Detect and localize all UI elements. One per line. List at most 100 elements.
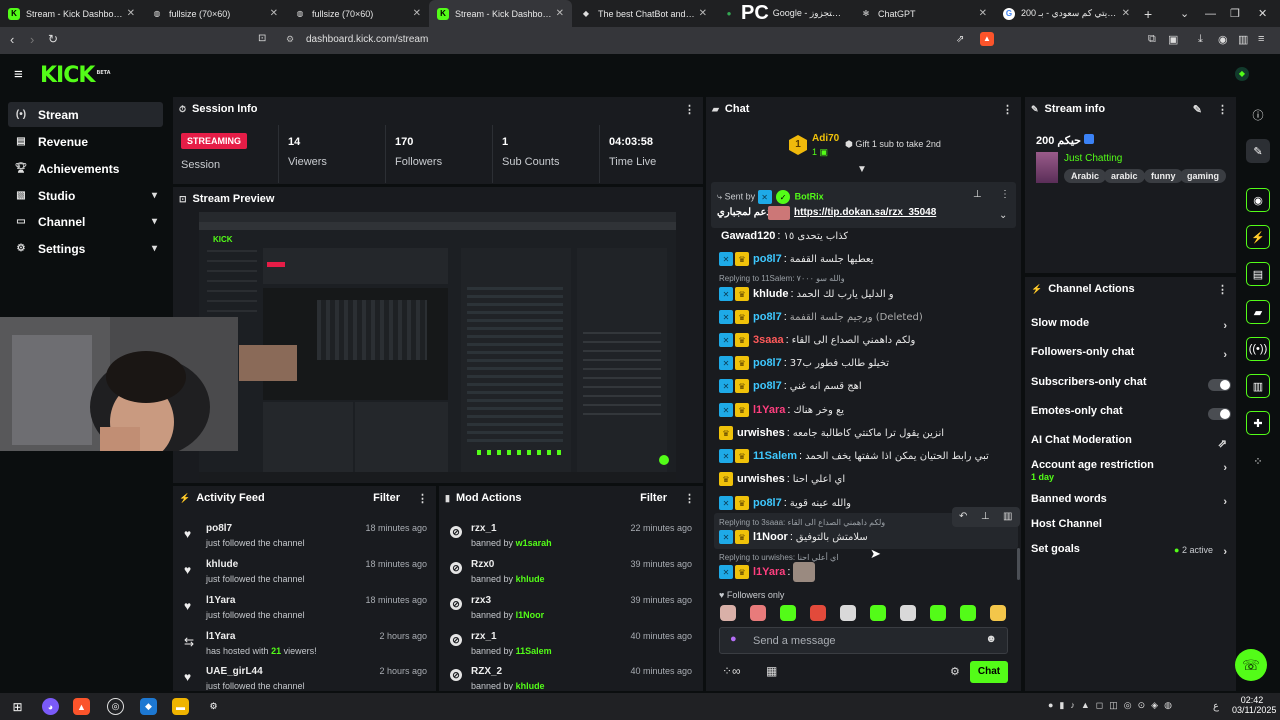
toggle-switch[interactable] <box>1208 379 1231 391</box>
browser-tab-active[interactable]: K Stream - Kick Dashboard ✕ <box>429 0 572 27</box>
action-emotes-only[interactable]: Emotes-only chat <box>1031 405 1231 427</box>
banned-user[interactable]: rzx3 <box>471 595 491 606</box>
close-icon[interactable]: ✕ <box>556 8 564 19</box>
banned-user[interactable]: RZX_2 <box>471 666 502 677</box>
obs-icon[interactable]: ◎ <box>107 698 124 715</box>
filter-button[interactable]: Filter <box>373 492 400 504</box>
close-icon[interactable]: ✕ <box>979 8 987 19</box>
browser-tab[interactable]: ✻ ChatGPT ✕ <box>852 0 995 27</box>
category-link[interactable]: Just Chatting <box>1064 153 1122 164</box>
chat-username[interactable]: po8l7 <box>753 253 782 265</box>
banned-user[interactable]: rzx_1 <box>471 523 497 534</box>
pencil-icon[interactable]: ✎ <box>1193 103 1202 116</box>
action-ai-moderation[interactable]: AI Chat Moderation ⇗ <box>1031 434 1231 456</box>
lightning-icon[interactable]: ⚡ <box>1246 225 1270 249</box>
browser-tab[interactable]: ● PC Google - خرائط احتجزوز <box>715 0 852 27</box>
kick-logo[interactable]: KICK BETA <box>40 63 111 88</box>
chat-message[interactable]: ✕ ♛ khlude: و الدليل يارب لك الحمد <box>719 284 1014 304</box>
more-icon[interactable]: ⋮ <box>684 492 695 505</box>
menu-icon[interactable]: ≡ <box>1258 33 1264 45</box>
toggle-switch[interactable] <box>1208 408 1231 420</box>
close-icon[interactable]: ✕ <box>270 8 278 19</box>
chat-username[interactable]: po8l7 <box>753 380 782 392</box>
browser-tab[interactable]: ◍ fullsize (70×60) ✕ <box>286 0 429 27</box>
nav-item-studio[interactable]: ▧ Studio ▾ <box>8 183 163 208</box>
emote-icon[interactable] <box>990 605 1006 621</box>
extensions-icon[interactable]: ⧉ <box>1148 33 1156 46</box>
activity-user[interactable]: l1Yara <box>206 595 235 606</box>
edit-stream-icon[interactable]: ✎ <box>1246 139 1270 163</box>
moderator[interactable]: khlude <box>516 574 545 584</box>
moderator[interactable]: khlude <box>516 681 545 690</box>
reply-context[interactable]: Replying to 3saaa: ولكم داهمني الصداع ال… <box>719 518 885 527</box>
bot-name[interactable]: BotRix <box>795 192 824 202</box>
moderator[interactable]: l1Noor <box>516 610 545 620</box>
browser-tab[interactable]: ◍ fullsize (70×60) ✕ <box>143 0 286 27</box>
chat-message[interactable]: ✕ ♛ l1Yara: <box>719 562 1014 582</box>
delete-icon[interactable]: ▥ <box>1003 511 1012 522</box>
action-followers-only[interactable]: Followers-only chat › <box>1031 346 1231 368</box>
chat-username[interactable]: l1Yara <box>753 566 785 578</box>
chat-username[interactable]: l1Yara <box>753 404 785 416</box>
chat-message[interactable]: ✕ ♛ po8l7: يعطيها جلسة القفمة <box>719 249 1014 269</box>
chat-scrollbar[interactable] <box>1017 548 1020 580</box>
profile-icon[interactable]: ◉ <box>1218 33 1228 46</box>
reply-context[interactable]: Replying to 11Salem: والله سو ٧٠٠٠ <box>719 274 845 283</box>
chat-username[interactable]: 11Salem <box>753 450 797 462</box>
reply-icon[interactable]: ↶ <box>959 511 967 522</box>
camera-icon[interactable]: ◉ <box>1246 188 1270 212</box>
language-indicator[interactable]: ع <box>1213 701 1219 712</box>
chat-message[interactable]: ✕ ♛ l1Yara: يع وخر هناك <box>719 400 1014 420</box>
brave-icon[interactable]: ▲ <box>73 698 90 715</box>
chat-username[interactable]: urwishes <box>737 427 785 439</box>
close-icon[interactable]: ✕ <box>413 8 421 19</box>
emote-icon[interactable] <box>870 605 886 621</box>
chat-bubble-icon[interactable]: ▰ <box>1246 300 1270 324</box>
points-icon[interactable]: ⁘∞ <box>722 664 741 678</box>
discord-icon[interactable]: ◕ <box>42 698 59 715</box>
stream-tag[interactable]: arabic <box>1104 169 1145 183</box>
settings-icon[interactable]: ⚙ <box>950 665 960 678</box>
tab-search-icon[interactable]: ⌄ <box>1180 0 1189 27</box>
info-icon[interactable]: ⓘ <box>1246 103 1270 127</box>
chat-username[interactable]: urwishes <box>737 473 785 485</box>
activity-user[interactable]: po8l7 <box>206 523 232 534</box>
chat-username[interactable]: 3saaa <box>753 334 784 346</box>
activity-user[interactable]: UAE_girL44 <box>206 666 263 677</box>
pin-icon[interactable]: ⊥ <box>981 511 990 522</box>
unpin-icon[interactable]: ⊥ <box>973 189 982 200</box>
chat-message[interactable]: ✕ ♛ po8l7: اهج قسم انه غني <box>719 376 1014 396</box>
clock[interactable]: 02:42 03/11/2025 <box>1232 695 1276 715</box>
action-account-age[interactable]: Account age restriction 1 day › <box>1031 459 1231 483</box>
wallet-icon[interactable]: ▣ <box>1168 33 1178 46</box>
chat-username[interactable]: khlude <box>753 288 788 300</box>
emote-icon[interactable] <box>900 605 916 621</box>
wrench-icon[interactable]: ✚ <box>1246 411 1270 435</box>
gifter-name[interactable]: Adi70 <box>812 133 839 144</box>
chat-input[interactable]: ● Send a message ☻ <box>719 627 1008 654</box>
chat-username[interactable]: po8l7 <box>753 357 782 369</box>
chat-message[interactable]: ✕ ♛ 11Salem: تبي رابط الحتيان يمكن اذا شف… <box>719 446 1014 466</box>
emote-icon[interactable] <box>960 605 976 621</box>
emote-icon[interactable] <box>840 605 856 621</box>
restore-icon[interactable]: ❐ <box>1230 0 1240 27</box>
category-thumbnail[interactable] <box>1036 152 1058 183</box>
emote-icon[interactable] <box>930 605 946 621</box>
broadcast-icon[interactable]: ((•)) <box>1246 337 1270 361</box>
system-tray-icons[interactable]: ●▮♪▲◻◫◎⊙◈◍ <box>1048 700 1178 711</box>
action-set-goals[interactable]: Set goals ● 2 active › <box>1031 543 1231 565</box>
emote-icon[interactable] <box>810 605 826 621</box>
minimize-icon[interactable]: — <box>1205 0 1216 27</box>
layout-icon[interactable]: ▥ <box>1246 374 1270 398</box>
microphone-icon[interactable]: ● <box>730 633 737 645</box>
share-icon[interactable]: ⇗ <box>956 34 964 45</box>
chat-message[interactable]: ✕ ♛ l1Noor: سلامتش بالتوفيق <box>719 527 1014 547</box>
more-icon[interactable]: ⋮ <box>1217 283 1228 296</box>
activity-user[interactable]: khlude <box>206 559 238 570</box>
more-icon[interactable]: ⋮ <box>417 492 428 505</box>
chat-message[interactable]: ✕ ♛ po8l7: تخيلو طالب فطور ب37 <box>719 353 1014 373</box>
support-chat-button[interactable]: ☏ <box>1235 649 1267 681</box>
app-icon[interactable]: ◆ <box>140 698 157 715</box>
stream-tag[interactable]: Arabic <box>1064 169 1107 183</box>
emoji-icon[interactable]: ☻ <box>985 633 997 645</box>
